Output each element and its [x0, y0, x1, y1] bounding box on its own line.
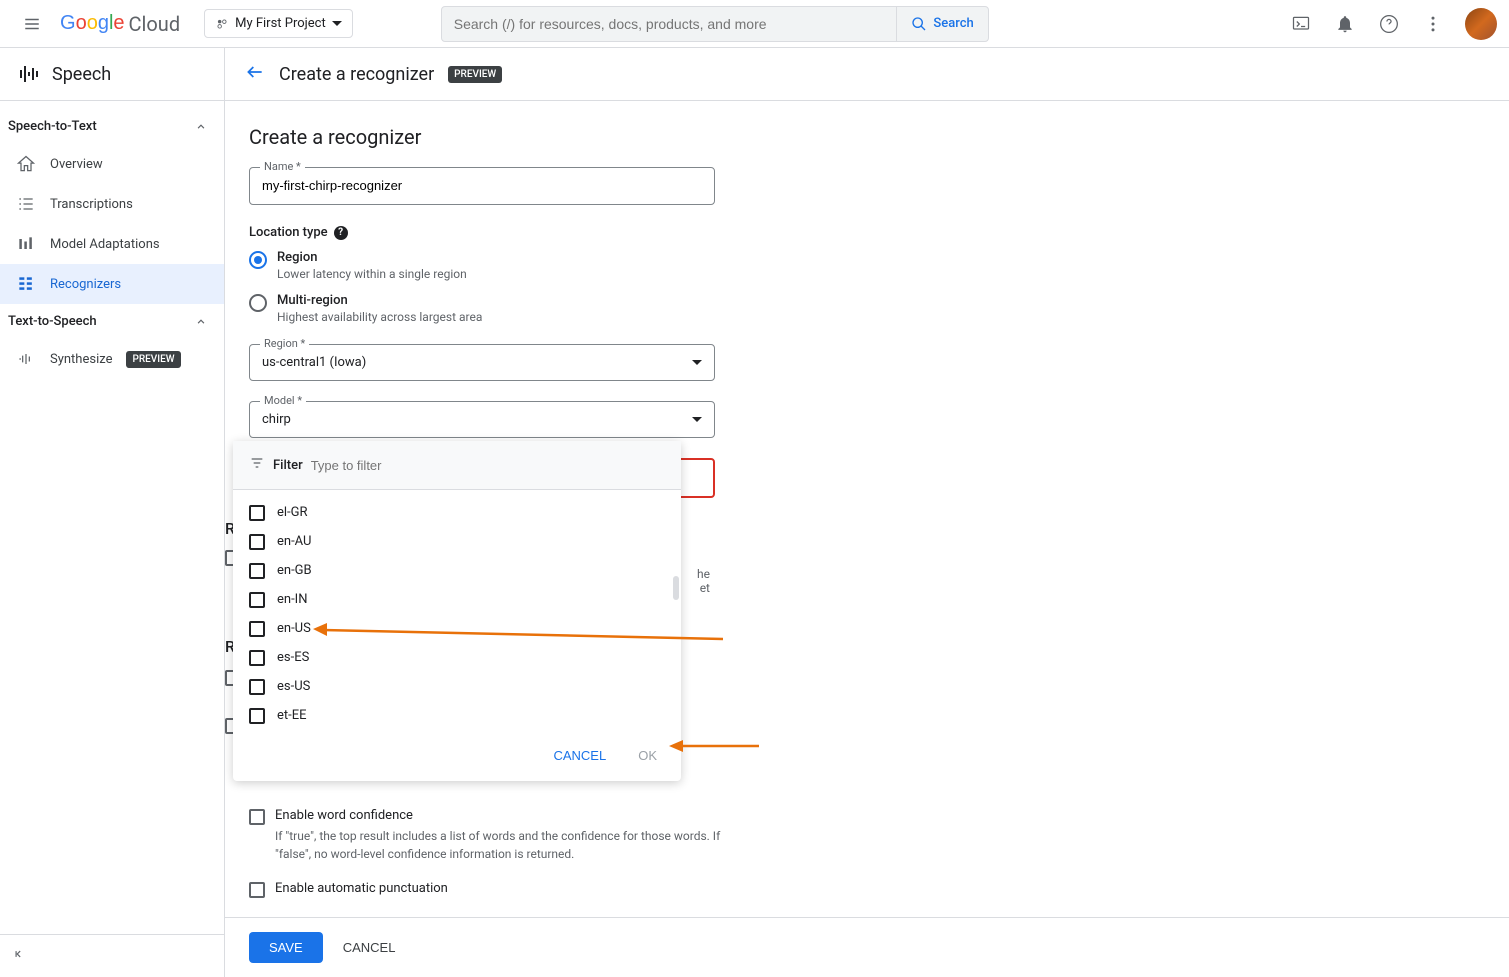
scrollbar-thumb[interactable] [673, 576, 679, 600]
model-select[interactable]: Model * chirp [249, 401, 715, 438]
checkbox-input[interactable] [249, 882, 265, 898]
checkbox-input[interactable] [249, 679, 265, 695]
checkbox-input[interactable] [249, 650, 265, 666]
more-icon[interactable] [1413, 4, 1453, 44]
dropdown-ok-button[interactable]: OK [626, 740, 669, 771]
option-label: en-US [277, 621, 311, 636]
dropdown-filter-bar: Filter [233, 441, 681, 490]
logo-cloud: Cloud [129, 12, 181, 36]
content-footer: SAVE CANCEL [225, 917, 1509, 977]
sidebar-title: Speech [0, 48, 224, 101]
search-input[interactable] [442, 16, 897, 32]
preview-badge: PREVIEW [126, 351, 180, 368]
dropdown-option[interactable]: et-EE [233, 701, 681, 730]
dropdown-option[interactable]: en-US [233, 614, 681, 643]
option-label: en-IN [277, 592, 307, 607]
grid-icon [16, 274, 36, 294]
dropdown-option[interactable]: es-ES [233, 643, 681, 672]
checkbox-input[interactable] [249, 708, 265, 724]
chevron-down-icon [692, 360, 702, 365]
name-label: Name * [260, 160, 305, 173]
search-button[interactable]: Search [896, 7, 987, 41]
filter-icon [249, 455, 265, 475]
option-label: es-US [277, 679, 310, 694]
sidebar-title-text: Speech [52, 64, 111, 85]
nav-item-recognizers[interactable]: Recognizers [0, 264, 224, 304]
checkbox-input[interactable] [249, 534, 265, 550]
location-type-label: Location type ? [249, 225, 1485, 240]
radio-region[interactable]: Region Lower latency within a single reg… [249, 250, 1485, 281]
menu-icon[interactable] [12, 4, 52, 44]
dropdown-cancel-button[interactable]: CANCEL [541, 740, 618, 771]
radio-multi-region[interactable]: Multi-region Highest availability across… [249, 293, 1485, 324]
dropdown-option[interactable]: en-IN [233, 585, 681, 614]
nav-item-transcriptions[interactable]: Transcriptions [0, 184, 224, 224]
obscured-text: heet [697, 567, 710, 595]
search-button-label: Search [933, 16, 973, 31]
home-icon [16, 154, 36, 174]
content-header-title: Create a recognizer [279, 64, 434, 85]
checkbox-input[interactable] [249, 505, 265, 521]
checkbox-input[interactable] [249, 809, 265, 825]
cancel-button[interactable]: CANCEL [339, 932, 400, 963]
page-heading: Create a recognizer [249, 125, 1485, 149]
checkbox-input[interactable] [249, 621, 265, 637]
speech-service-icon [16, 62, 40, 86]
header-right [1281, 4, 1497, 44]
region-select[interactable]: Region * us-central1 (Iowa) [249, 344, 715, 381]
top-header: Google Cloud My First Project Search [0, 0, 1509, 48]
content-body: Create a recognizer Name * Location type… [225, 101, 1509, 917]
chevron-up-icon [194, 315, 208, 329]
nav-item-overview[interactable]: Overview [0, 144, 224, 184]
nav-item-model-adaptations[interactable]: Model Adaptations [0, 224, 224, 264]
dropdown-option[interactable]: el-GR [233, 498, 681, 527]
content: Create a recognizer PREVIEW Create a rec… [225, 48, 1509, 977]
dropdown-option[interactable]: en-GB [233, 556, 681, 585]
dropdown-option[interactable]: es-US [233, 672, 681, 701]
logo-google: Google [60, 12, 125, 35]
avatar[interactable] [1465, 8, 1497, 40]
list-icon [16, 194, 36, 214]
checkbox-input[interactable] [249, 563, 265, 579]
chevron-down-icon [332, 21, 342, 26]
auto-punctuation-checkbox[interactable]: Enable automatic punctuation [249, 881, 724, 898]
sidebar-collapse[interactable] [0, 934, 224, 977]
option-label: en-GB [277, 563, 312, 578]
cloud-shell-icon[interactable] [1281, 4, 1321, 44]
sidebar: Speech Speech-to-Text Overview Transcrip… [0, 48, 225, 977]
option-label: en-AU [277, 534, 311, 549]
word-confidence-checkbox[interactable]: Enable word confidence If "true", the to… [249, 808, 724, 863]
logo[interactable]: Google Cloud [60, 12, 180, 36]
name-input[interactable] [262, 178, 702, 193]
filter-input[interactable] [311, 458, 487, 473]
save-button[interactable]: SAVE [249, 932, 323, 963]
dropdown-list[interactable]: el-GR en-AU en-GB en-IN en-US es-ES es-US et-EE [233, 490, 681, 730]
nav-section-text-to-speech[interactable]: Text-to-Speech [0, 304, 224, 339]
language-codes-dropdown: Filter el-GR en-AU en-GB en-IN en-US es-ES es-… [233, 441, 681, 781]
content-header: Create a recognizer PREVIEW [225, 48, 1509, 101]
project-name: My First Project [235, 16, 326, 31]
help-icon[interactable] [1369, 4, 1409, 44]
search-box: Search [441, 6, 989, 42]
checkbox-input[interactable] [249, 592, 265, 608]
option-label: el-GR [277, 505, 308, 520]
option-label: et-EE [277, 708, 307, 723]
nav-item-synthesize[interactable]: Synthesize PREVIEW [0, 339, 224, 379]
chevron-up-icon [194, 120, 208, 134]
chevron-left-icon [12, 947, 26, 961]
help-tooltip-icon[interactable]: ? [334, 226, 348, 240]
audio-wave-icon [16, 349, 36, 369]
name-field[interactable]: Name * [249, 167, 715, 205]
chevron-down-icon [692, 417, 702, 422]
preview-badge: PREVIEW [448, 66, 502, 83]
radio-input[interactable] [249, 294, 267, 312]
option-label: es-ES [277, 650, 309, 665]
dropdown-option[interactable]: en-AU [233, 527, 681, 556]
project-picker[interactable]: My First Project [204, 9, 353, 38]
notifications-icon[interactable] [1325, 4, 1365, 44]
back-arrow-icon[interactable] [245, 62, 265, 86]
radio-input-checked[interactable] [249, 251, 267, 269]
tune-icon [16, 234, 36, 254]
nav-section-speech-to-text[interactable]: Speech-to-Text [0, 109, 224, 144]
